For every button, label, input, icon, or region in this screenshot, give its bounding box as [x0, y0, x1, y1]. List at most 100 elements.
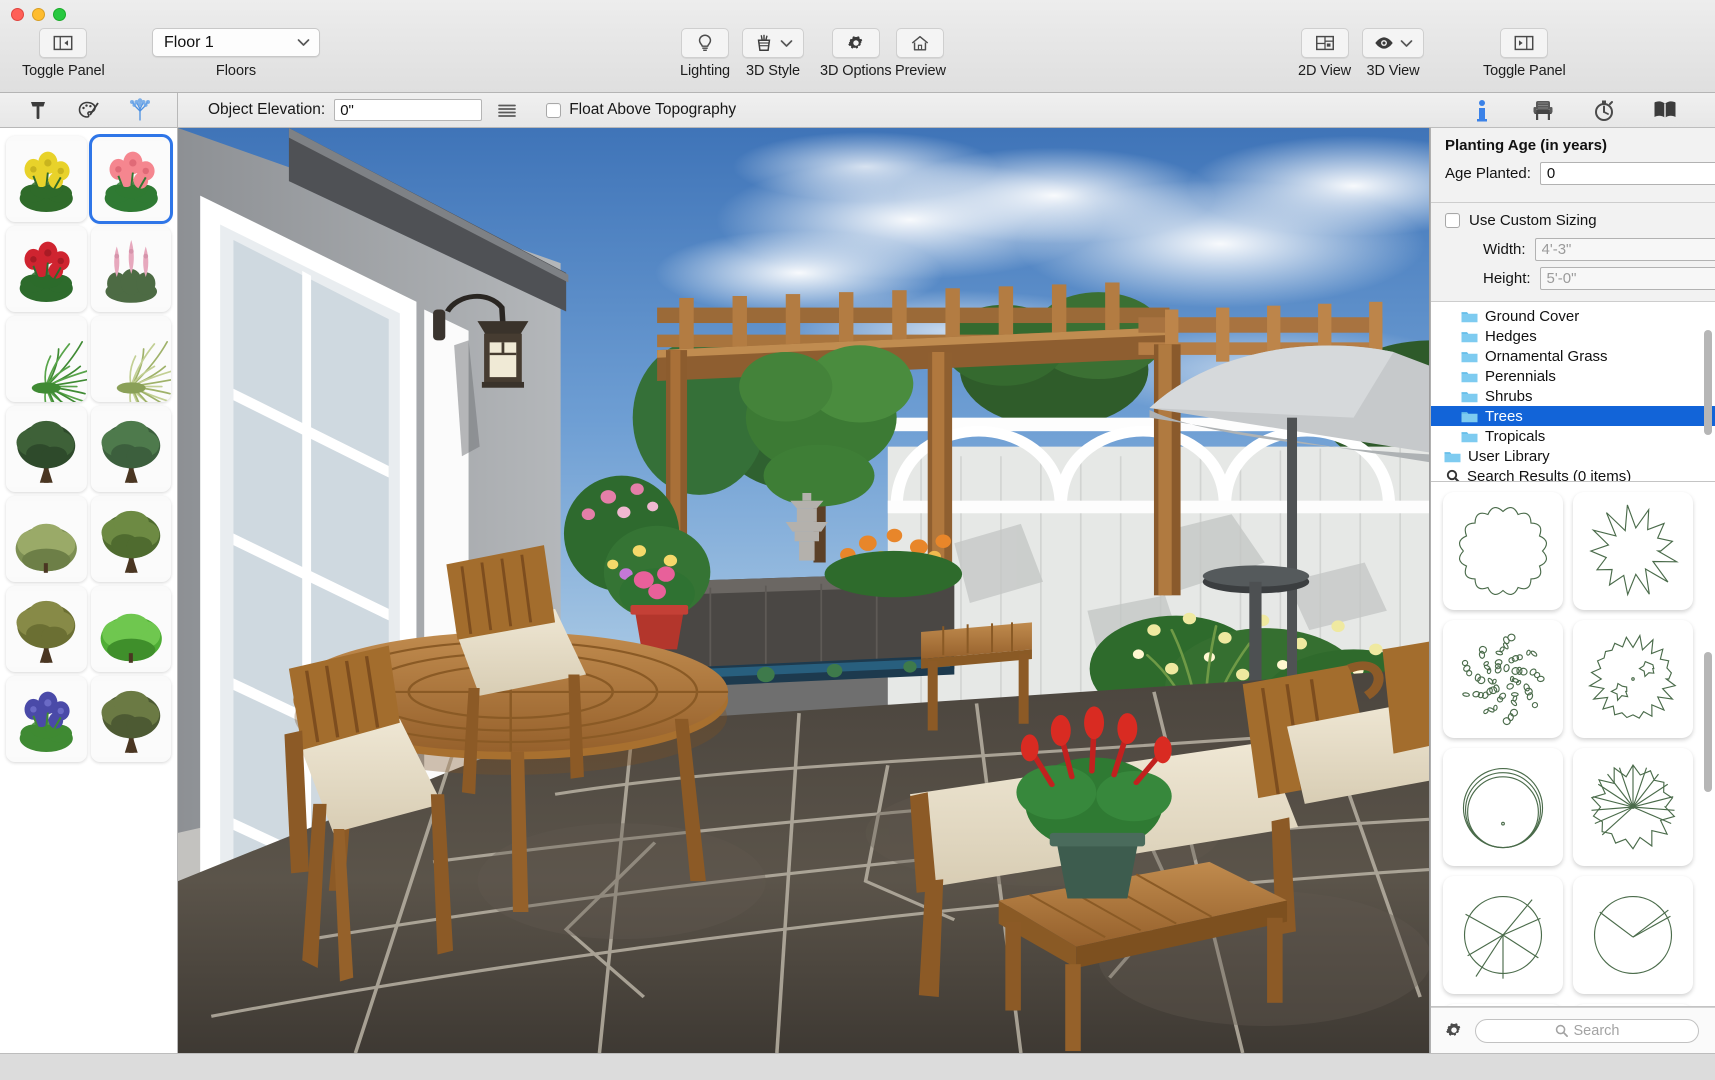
age-planted-input[interactable]: [1539, 162, 1715, 185]
plant-thumbnail-flowering-shrub[interactable]: [6, 496, 87, 582]
float-above-topography-checkbox[interactable]: [546, 102, 562, 118]
2d-view-button[interactable]: [1300, 28, 1349, 58]
plant-thumbnail-red-geranium[interactable]: [6, 226, 87, 312]
pink-foxglove-image: [90, 230, 171, 308]
width-input[interactable]: [1534, 238, 1715, 261]
plant-thumbnail-dark-canopy-tree[interactable]: [6, 406, 87, 492]
minimize-window-button[interactable]: [32, 8, 45, 21]
floor-select[interactable]: Floor 1: [152, 28, 320, 57]
partial-wedge-circle-symbol[interactable]: [1443, 1004, 1563, 1006]
plant-thumbnail-bright-green-shrub[interactable]: [90, 586, 171, 672]
plant-thumbnail-green-ornamental-grass[interactable]: [6, 316, 87, 402]
plain-circle-canopy-symbol[interactable]: [1443, 748, 1563, 866]
folder-row-user-library[interactable]: User Library: [1431, 446, 1715, 466]
height-row: Height:: [1445, 267, 1715, 290]
radial-fan-canopy-symbol[interactable]: [1573, 748, 1693, 866]
star-burst-canopy-symbol-glyph: [1589, 504, 1679, 597]
plant-thumbnail-pale-ornamental-grass[interactable]: [90, 316, 171, 402]
maximize-window-button[interactable]: [53, 8, 66, 21]
object-elevation-input[interactable]: [334, 99, 483, 121]
height-input[interactable]: [1539, 267, 1715, 290]
materials-tab[interactable]: [69, 96, 109, 125]
toggle-right-panel-icon: [1514, 35, 1534, 51]
search-input[interactable]: Search: [1475, 1018, 1699, 1043]
library-tab[interactable]: [1646, 96, 1684, 124]
symbol-scrollbar[interactable]: [1704, 652, 1712, 792]
bright-green-shrub-image: [90, 590, 171, 668]
folder-icon: [1461, 431, 1478, 442]
folder-row-shrubs[interactable]: Shrubs: [1431, 386, 1715, 406]
tree-scrollbar[interactable]: [1704, 330, 1712, 435]
scalloped-canopy-symbol-glyph: [1459, 507, 1547, 595]
furniture-tab[interactable]: [1524, 96, 1562, 124]
3d-view-button[interactable]: [1362, 28, 1424, 58]
3d-viewport[interactable]: [178, 128, 1430, 1053]
plant-thumbnail-pink-geranium[interactable]: [88, 134, 173, 224]
preview-label: Preview: [895, 63, 946, 79]
folder-row-label: User Library: [1468, 447, 1550, 465]
folder-row-hedges[interactable]: Hedges: [1431, 326, 1715, 346]
yellow-celosia-image: [6, 140, 87, 218]
plant-thumbnail-spruce-tree[interactable]: [90, 406, 171, 492]
2d-view-group: 2D View: [1298, 28, 1351, 79]
paint-palette-icon: [78, 101, 99, 118]
wedge-circle-symbol-glyph: [1593, 895, 1673, 975]
plant-thumbnail-broad-shade-tree[interactable]: [90, 496, 171, 582]
plant-thumbnail-yellow-celosia[interactable]: [6, 136, 87, 222]
lighting-button[interactable]: [681, 28, 729, 58]
folder-row-ornamental-grass[interactable]: Ornamental Grass: [1431, 346, 1715, 366]
preview-button[interactable]: [896, 28, 945, 58]
lobed-canopy-symbol[interactable]: [1573, 1004, 1693, 1006]
library-category-tabs: [0, 92, 178, 128]
plant-thumbnail-olive-tree[interactable]: [6, 586, 87, 672]
use-custom-sizing-row[interactable]: Use Custom Sizing: [1445, 212, 1703, 229]
folder-icon: [1461, 331, 1478, 342]
folder-row-search-results-0-items[interactable]: Search Results (0 items): [1431, 466, 1715, 481]
build-tab[interactable]: [18, 96, 58, 125]
lines-icon[interactable]: [497, 102, 517, 118]
folder-row-ground-cover[interactable]: Ground Cover: [1431, 306, 1715, 326]
main-toolbar: Toggle Panel Floor 1 Floors Lighting 3D …: [0, 0, 1715, 93]
history-tab[interactable]: [1585, 96, 1623, 124]
plants-tab[interactable]: [120, 96, 160, 125]
folder-row-trees[interactable]: Trees: [1431, 406, 1715, 426]
floor-select-value: Floor 1: [164, 33, 214, 51]
wedge-circle-symbol[interactable]: [1573, 876, 1693, 994]
gear-icon[interactable]: [1443, 1020, 1465, 1042]
3d-options-group: 3D Options: [820, 28, 892, 79]
lighting-label: Lighting: [680, 63, 730, 79]
width-row: Width:: [1445, 238, 1715, 261]
toggle-left-panel-button[interactable]: [39, 28, 88, 58]
stippled-leaf-cluster-symbol[interactable]: [1443, 620, 1563, 738]
house-icon: [912, 35, 929, 51]
scalloped-canopy-symbol[interactable]: [1443, 492, 1563, 610]
toggle-right-panel-label: Toggle Panel: [1483, 63, 1566, 79]
olive-tree-image: [6, 590, 87, 668]
3d-options-button[interactable]: [831, 28, 880, 58]
close-window-button[interactable]: [11, 8, 24, 21]
toggle-right-panel-button[interactable]: [1500, 28, 1549, 58]
library-folder-tree[interactable]: Ground Cover Hedges Ornamental Grass Per…: [1431, 302, 1715, 482]
cloud-outline-canopy-symbol[interactable]: [1573, 620, 1693, 738]
float-above-topography-row[interactable]: Float Above Topography: [546, 101, 736, 119]
age-planted-label: Age Planted:: [1445, 165, 1531, 182]
3d-scene-render: [178, 128, 1429, 1053]
symbol-browser[interactable]: [1431, 482, 1715, 1007]
custom-sizing-section: Use Custom Sizing Width: Height:: [1431, 203, 1715, 302]
search-icon: [1446, 469, 1460, 481]
crossed-lines-circle-symbol[interactable]: [1443, 876, 1563, 994]
lightbulb-icon: [698, 34, 712, 51]
floorplan-icon: [1315, 35, 1334, 51]
chevron-down-icon: [297, 39, 310, 46]
folder-row-perennials[interactable]: Perennials: [1431, 366, 1715, 386]
object-info-tab[interactable]: [1463, 96, 1501, 124]
folder-row-tropicals[interactable]: Tropicals: [1431, 426, 1715, 446]
plant-thumbnail-pink-foxglove[interactable]: [90, 226, 171, 312]
plant-thumbnail-crape-myrtle[interactable]: [90, 676, 171, 762]
plant-thumbnail-blue-hydrangea[interactable]: [6, 676, 87, 762]
3d-style-button[interactable]: [742, 28, 804, 58]
star-burst-canopy-symbol[interactable]: [1573, 492, 1693, 610]
2d-view-label: 2D View: [1298, 63, 1352, 79]
green-ornamental-grass-image: [6, 320, 87, 402]
use-custom-sizing-checkbox[interactable]: [1445, 213, 1460, 228]
